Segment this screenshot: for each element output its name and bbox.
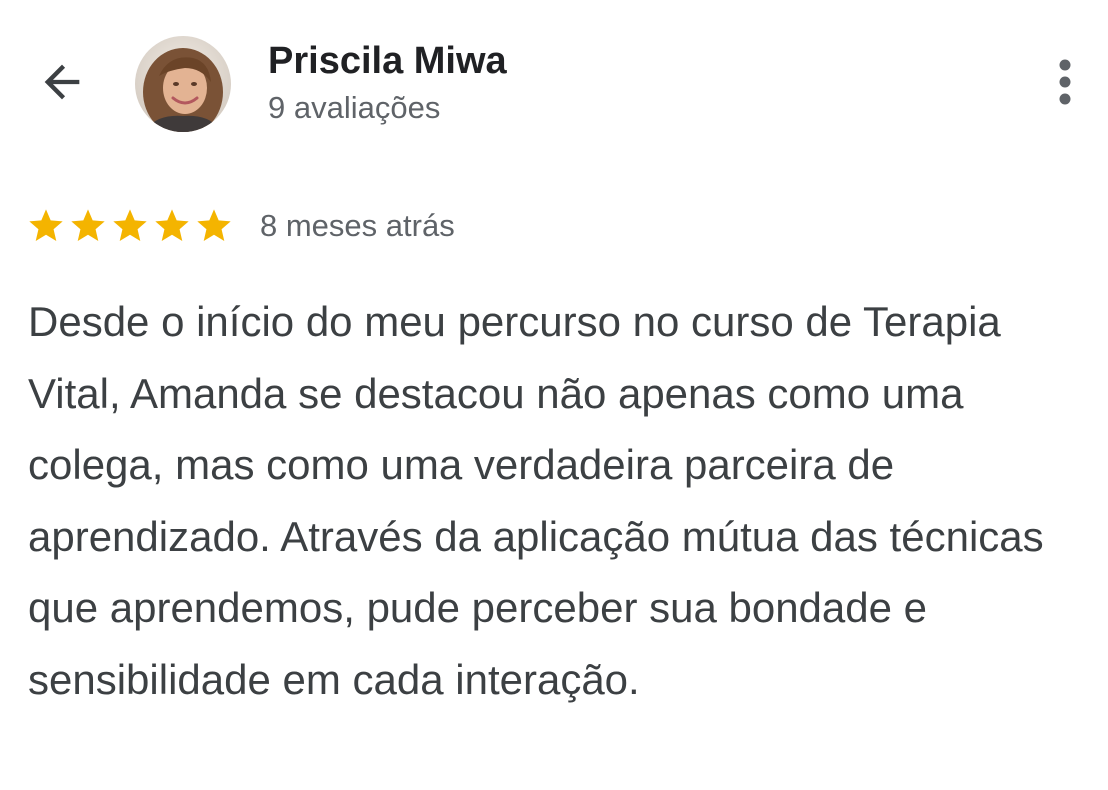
arrow-back-icon	[36, 56, 88, 113]
star-icon	[29, 209, 63, 241]
back-button[interactable]	[30, 52, 94, 116]
star-rating	[26, 206, 234, 246]
more-options-button[interactable]	[1042, 52, 1088, 116]
avatar[interactable]	[135, 36, 231, 132]
star-icon	[197, 209, 231, 241]
more-vertical-icon	[1055, 56, 1075, 113]
star-icon	[155, 209, 189, 241]
review-count: 9 avaliações	[268, 90, 441, 125]
star-icon	[113, 209, 147, 241]
review-time: 8 meses atrás	[260, 208, 455, 243]
reviewer-name[interactable]: Priscila Miwa	[268, 38, 507, 84]
rating-row: 8 meses atrás	[26, 204, 455, 248]
review-text: Desde o início do meu percurso no curso …	[28, 298, 1044, 703]
star-icon	[71, 209, 105, 241]
profile-photo	[135, 36, 231, 132]
